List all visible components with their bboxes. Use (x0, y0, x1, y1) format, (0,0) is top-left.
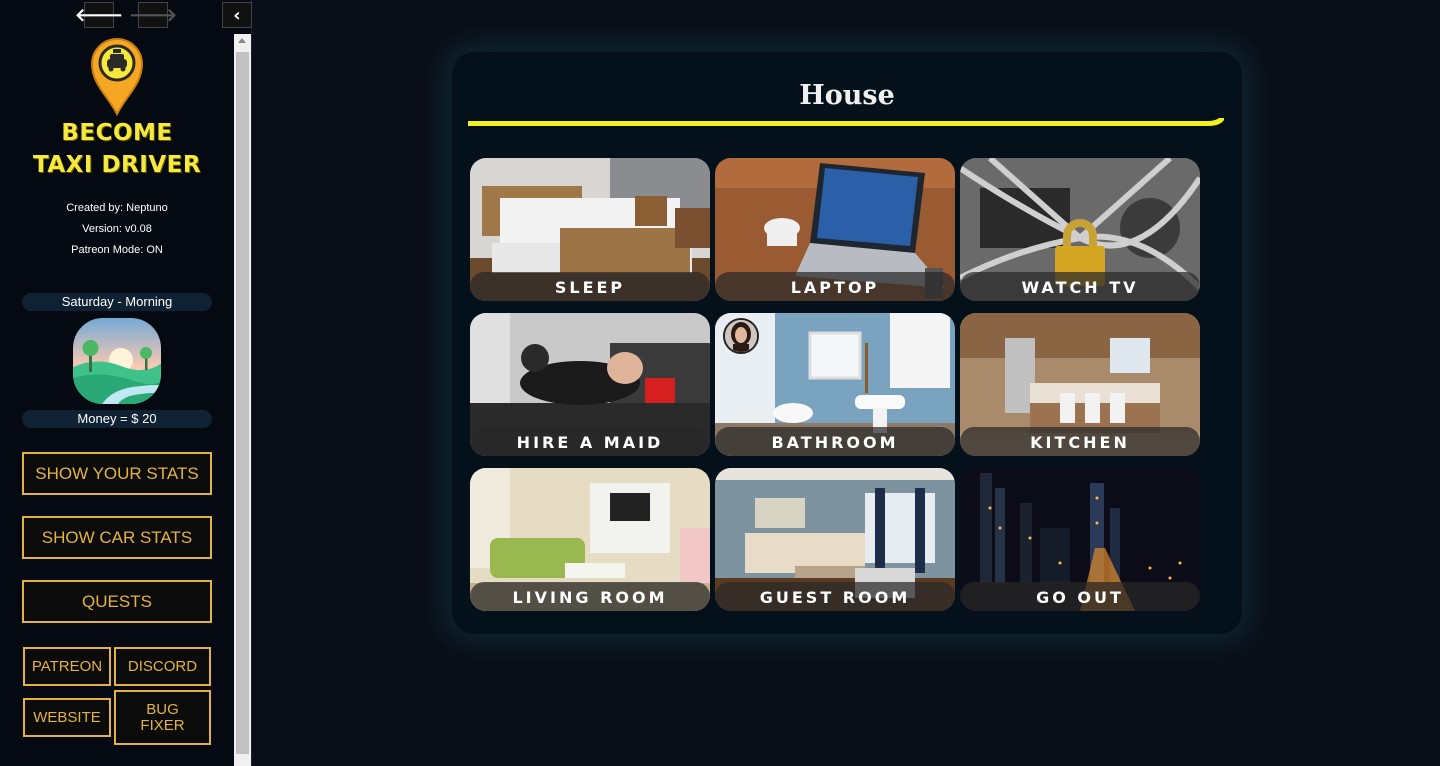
patreon-button[interactable]: PATREON (23, 647, 111, 686)
tile-label: LIVING ROOM (470, 582, 710, 611)
tile-laptop[interactable]: LAPTOP (715, 158, 955, 301)
tile-bathroom[interactable]: BATHROOM (715, 313, 955, 456)
forward-button[interactable]: 🡒 (129, 2, 177, 28)
tile-label: LAPTOP (715, 272, 955, 301)
logo-title-line1: BECOME (61, 120, 173, 146)
tile-hire-a-maid[interactable]: HIRE A MAID (470, 313, 710, 456)
tile-living-room[interactable]: LIVING ROOM (470, 468, 710, 611)
patreon-mode-text: Patreon Mode: ON (71, 244, 163, 256)
tile-label: GUEST ROOM (715, 582, 955, 611)
scroll-up-arrow-icon[interactable] (238, 38, 246, 43)
sidebar: 🡐 🡒 ‹ BECOME TAXI DRIVER Created by: Nep… (0, 0, 252, 766)
taxi-pin-logo-icon (90, 38, 144, 116)
tile-label: HIRE A MAID (470, 427, 710, 456)
website-button[interactable]: WEBSITE (23, 698, 111, 737)
back-button[interactable]: 🡐 (75, 2, 123, 28)
chevron-left-icon: ‹ (233, 4, 241, 26)
tile-label: GO OUT (960, 582, 1200, 611)
tile-watch-tv[interactable]: WATCH TV (960, 158, 1200, 301)
discord-button[interactable]: DISCORD (114, 647, 211, 686)
created-by-text: Created by: Neptuno (66, 202, 168, 214)
title-underline (468, 118, 1224, 126)
tile-label: SLEEP (470, 272, 710, 301)
tile-label: KITCHEN (960, 427, 1200, 456)
tile-guest-room[interactable]: GUEST ROOM (715, 468, 955, 611)
scrollbar-thumb[interactable] (236, 52, 249, 754)
collapse-sidebar-button[interactable]: ‹ (222, 2, 252, 28)
bug-fixer-label: BUG FIXER (140, 700, 185, 734)
avatar-portrait-icon (725, 320, 757, 352)
morning-landscape-icon (73, 318, 161, 404)
tile-kitchen[interactable]: KITCHEN (960, 313, 1200, 456)
show-your-stats-button[interactable]: SHOW YOUR STATS (22, 452, 212, 495)
time-of-day-label: Saturday - Morning (22, 293, 212, 311)
money-label: Money = $ 20 (22, 410, 212, 428)
logo-title-line2: TAXI DRIVER (32, 152, 202, 178)
arrow-left-icon: 🡐 (74, 4, 124, 26)
tile-label: BATHROOM (715, 427, 955, 456)
sidebar-scrollbar[interactable] (234, 34, 251, 766)
quests-button[interactable]: QUESTS (22, 580, 212, 623)
tile-label: WATCH TV (960, 272, 1200, 301)
bug-fixer-button[interactable]: BUG FIXER (114, 690, 211, 745)
character-avatar[interactable] (723, 318, 759, 354)
tile-go-out[interactable]: GO OUT (960, 468, 1200, 611)
arrow-right-icon: 🡒 (128, 4, 178, 26)
show-car-stats-button[interactable]: SHOW CAR STATS (22, 516, 212, 559)
version-text: Version: v0.08 (82, 223, 152, 235)
house-panel: House SLEEP LAPTOP WATCH TV HIRE A MAID … (452, 52, 1242, 634)
page-title: House (799, 80, 895, 111)
tile-sleep[interactable]: SLEEP (470, 158, 710, 301)
